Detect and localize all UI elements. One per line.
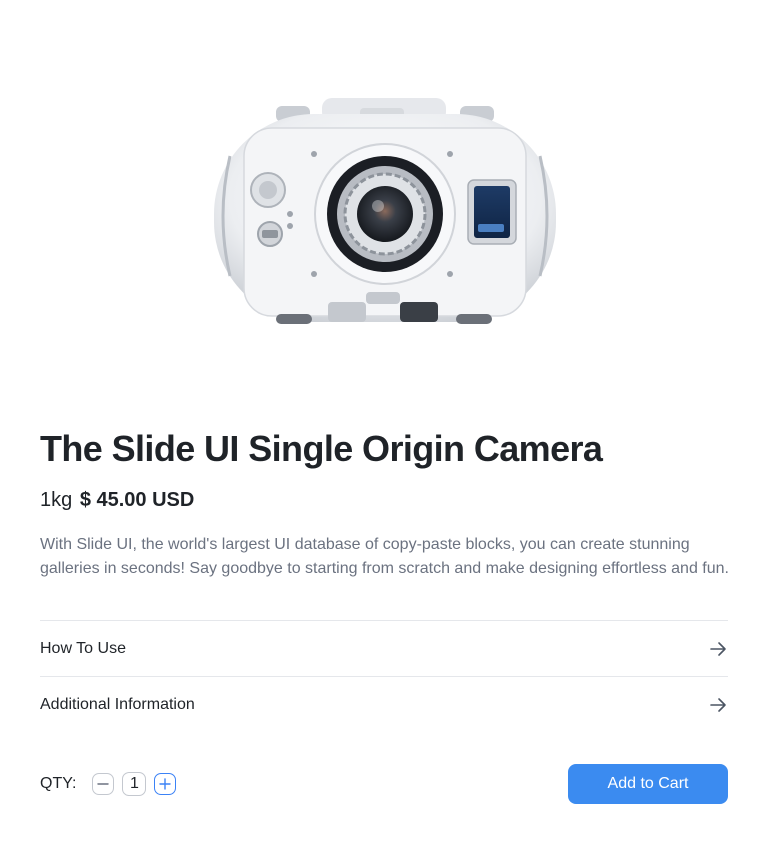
quantity-input[interactable] xyxy=(122,772,147,796)
quantity-stepper: QTY: xyxy=(40,771,177,797)
increase-quantity-button[interactable] xyxy=(154,773,177,795)
product-title: The Slide UI Single Origin Camera xyxy=(40,428,603,469)
product-image xyxy=(210,96,560,328)
add-to-cart-button[interactable]: Add to Cart xyxy=(568,764,728,804)
accordion-how-to-use[interactable]: How To Use xyxy=(40,620,728,677)
arrow-right-icon xyxy=(708,695,728,715)
price-line: 1kg $ 45.00 USD xyxy=(40,489,194,512)
accordion-additional-information[interactable]: Additional Information xyxy=(40,676,728,733)
plus-icon xyxy=(159,778,172,790)
minus-icon xyxy=(97,783,110,785)
product-price: $ 45.00 USD xyxy=(79,489,195,511)
quantity-label: QTY: xyxy=(40,775,77,792)
camera-icon xyxy=(214,98,556,324)
accordion-label: Additional Information xyxy=(40,696,195,713)
arrow-right-icon xyxy=(708,639,728,659)
accordion-label: How To Use xyxy=(40,640,126,657)
product-weight: 1kg xyxy=(40,489,73,511)
decrease-quantity-button[interactable] xyxy=(92,773,115,795)
product-description: With Slide UI, the world's largest UI da… xyxy=(40,536,729,577)
